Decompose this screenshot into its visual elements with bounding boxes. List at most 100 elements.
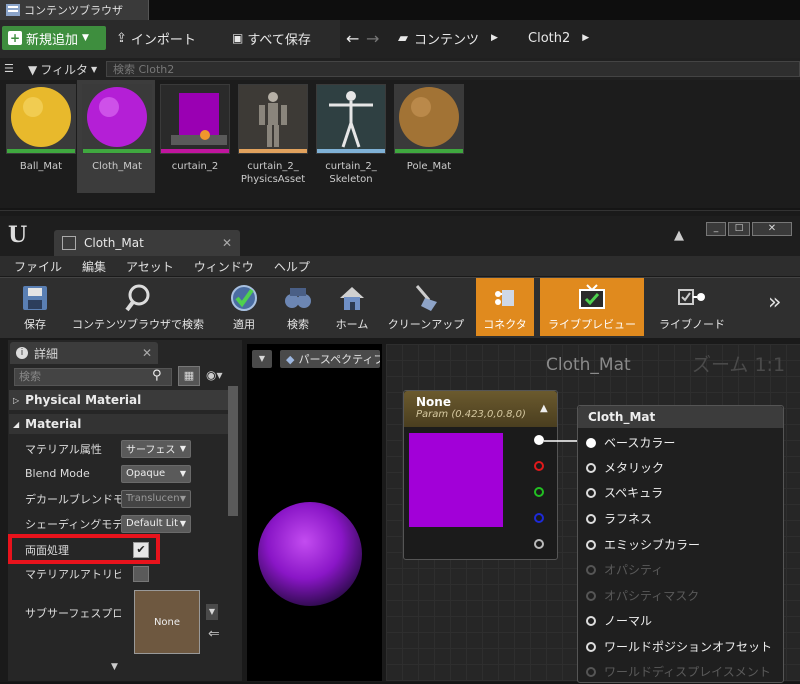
eye-icon[interactable]: ◉▾	[206, 368, 223, 382]
add-new-button[interactable]: + 新規追加 ▼	[2, 26, 106, 50]
input-pin[interactable]	[586, 513, 596, 524]
input-opacity: オパシティ	[586, 557, 663, 582]
find-in-content-browser-button[interactable]: コンテンツブラウザで検索	[62, 278, 214, 336]
details-search-input[interactable]: 検索	[14, 368, 172, 386]
output-pin-b[interactable]	[534, 513, 544, 523]
input-pin[interactable]	[586, 615, 596, 626]
apply-button[interactable]: 適用	[222, 278, 266, 336]
menu-help[interactable]: ヘルプ	[274, 258, 310, 275]
unreal-logo-icon: U	[8, 222, 28, 248]
input-pin[interactable]	[586, 437, 596, 448]
close-window-icon[interactable]: ✕	[752, 222, 792, 236]
category-physical-material[interactable]: ▷ Physical Material	[9, 390, 229, 410]
preview-sphere	[258, 502, 362, 606]
save-all-button[interactable]: ▣ すべて保存	[232, 26, 332, 50]
use-selected-arrow-icon[interactable]: ⇐	[208, 626, 220, 642]
asset-tile[interactable]: Ball_Mat	[6, 84, 76, 192]
property-use-material-attributes: マテリアルアトリビュート	[9, 561, 229, 586]
output-pin-g[interactable]	[534, 487, 544, 497]
input-pin[interactable]	[586, 487, 596, 498]
input-world-position-offset[interactable]: ワールドポジションオフセット	[586, 634, 772, 659]
input-normal[interactable]: ノーマル	[586, 608, 652, 633]
shading-model-dropdown[interactable]: Default Lit ▼	[121, 514, 191, 533]
toolbar-overflow-icon[interactable]: »	[768, 290, 781, 315]
vector-parameter-node[interactable]: None Param (0.423,0,0.8,0) ▲	[403, 390, 558, 560]
content-browser-tab[interactable]: コンテンツブラウザ	[0, 0, 149, 20]
save-button[interactable]: 保存	[10, 278, 60, 336]
property-matrix-icon[interactable]: ▦	[178, 366, 200, 386]
live-nodes-toggle[interactable]: ライブノード	[652, 278, 732, 336]
material-domain-dropdown[interactable]: サーフェス ▼	[121, 439, 191, 458]
input-label: ワールドディスプレイスメント	[604, 665, 771, 679]
input-metallic[interactable]: メタリック	[586, 455, 664, 480]
asset-tile[interactable]: Cloth_Mat	[82, 84, 152, 192]
breadcrumb-content-label: コンテンツ	[414, 32, 480, 48]
input-specular[interactable]: スペキュラ	[586, 480, 663, 505]
chevron-down-icon: ▼	[179, 494, 186, 503]
viewport-options-button[interactable]: ▼	[252, 350, 272, 368]
perspective-dropdown[interactable]: ◆ パースペクティブ	[280, 350, 380, 368]
back-arrow-icon[interactable]: ←	[346, 26, 366, 50]
output-pin-a[interactable]	[534, 539, 544, 549]
material-attributes-checkbox[interactable]	[133, 565, 149, 582]
asset-name: Pole_Mat	[406, 161, 452, 172]
subsurface-profile-thumbnail[interactable]: None	[134, 590, 200, 654]
maximize-icon[interactable]: □	[728, 222, 750, 236]
breadcrumb-content[interactable]: ▰ コンテンツ ▶	[398, 26, 508, 50]
output-pin-r[interactable]	[534, 461, 544, 471]
close-tab-icon[interactable]: ✕	[222, 236, 232, 250]
node-subtitle: Param (0.423,0,0.8,0)	[416, 409, 526, 420]
cleanup-button[interactable]: クリーンアップ	[380, 278, 472, 336]
asset-tile[interactable]: curtain_2	[160, 84, 230, 192]
material-result-node[interactable]: Cloth_Mat ベースカラー メタリック スペキュラ ラフネス エミッシブカ…	[577, 405, 784, 683]
menu-edit[interactable]: 編集	[82, 258, 106, 275]
chevron-right-icon: ▷	[13, 395, 20, 405]
breadcrumb-cloth2[interactable]: Cloth2 ▶	[528, 26, 598, 50]
asset-tile[interactable]: curtain_2_ PhysicsAsset	[238, 84, 308, 192]
editor-tab[interactable]: Cloth_Mat ✕	[54, 230, 240, 256]
magnifier-icon	[123, 284, 153, 312]
minimize-icon[interactable]: _	[706, 222, 726, 236]
menu-file[interactable]: ファイル	[14, 258, 62, 275]
chevron-down-icon[interactable]: ▼	[206, 604, 218, 620]
blend-mode-dropdown[interactable]: Opaque ▼	[121, 464, 191, 483]
input-pin[interactable]	[586, 539, 596, 550]
chevron-down-icon: ▼	[179, 519, 186, 528]
asset-tile[interactable]: curtain_2_ Skeleton	[316, 84, 386, 192]
apply-label: 適用	[233, 318, 255, 331]
preview-viewport[interactable]	[247, 344, 382, 681]
input-pin[interactable]	[586, 641, 596, 652]
input-label: メタリック	[604, 461, 665, 475]
asset-thumbnail	[238, 84, 308, 154]
details-tab[interactable]: i 詳細 ✕	[10, 342, 158, 364]
input-emissive-color[interactable]: エミッシブカラー	[586, 532, 700, 557]
property-label: サブサーフェスプロファイル	[25, 606, 121, 620]
input-pin	[586, 564, 596, 575]
close-tab-icon[interactable]: ✕	[142, 346, 152, 360]
input-roughness[interactable]: ラフネス	[586, 506, 652, 531]
category-material[interactable]: ◢ Material	[9, 414, 229, 434]
collapse-arrow-icon[interactable]: ▲	[540, 403, 548, 414]
color-swatch	[409, 433, 503, 527]
connectors-toggle[interactable]: コネクタ	[476, 278, 534, 336]
input-base-color[interactable]: ベースカラー	[586, 430, 675, 455]
forward-arrow-icon[interactable]: →	[366, 26, 386, 50]
search-button[interactable]: 検索	[276, 278, 320, 336]
asset-name: curtain_2_ PhysicsAsset	[240, 161, 306, 185]
decal-blend-mode-dropdown[interactable]: Translucent ▼	[121, 489, 191, 508]
home-button[interactable]: ホーム	[330, 278, 374, 336]
menu-window[interactable]: ウィンドウ	[194, 258, 254, 275]
content-search-input[interactable]: 検索 Cloth2	[106, 61, 800, 77]
import-label: インポート	[130, 32, 196, 48]
sources-toggle-icon[interactable]: ☰	[4, 62, 14, 75]
live-preview-toggle[interactable]: ライブプレビュー	[540, 278, 644, 336]
input-world-displacement: ワールドディスプレイスメント	[586, 659, 771, 684]
menu-asset[interactable]: アセット	[126, 258, 174, 275]
input-label: ラフネス	[604, 512, 653, 526]
asset-tile[interactable]: Pole_Mat	[394, 84, 464, 192]
details-scrollbar[interactable]	[228, 386, 238, 516]
filter-button[interactable]: ▼ フィルタ ▼	[28, 61, 97, 78]
import-button[interactable]: ⇪ インポート	[116, 26, 216, 50]
scroll-down-icon[interactable]: ▼	[111, 662, 118, 672]
input-pin[interactable]	[586, 462, 596, 473]
